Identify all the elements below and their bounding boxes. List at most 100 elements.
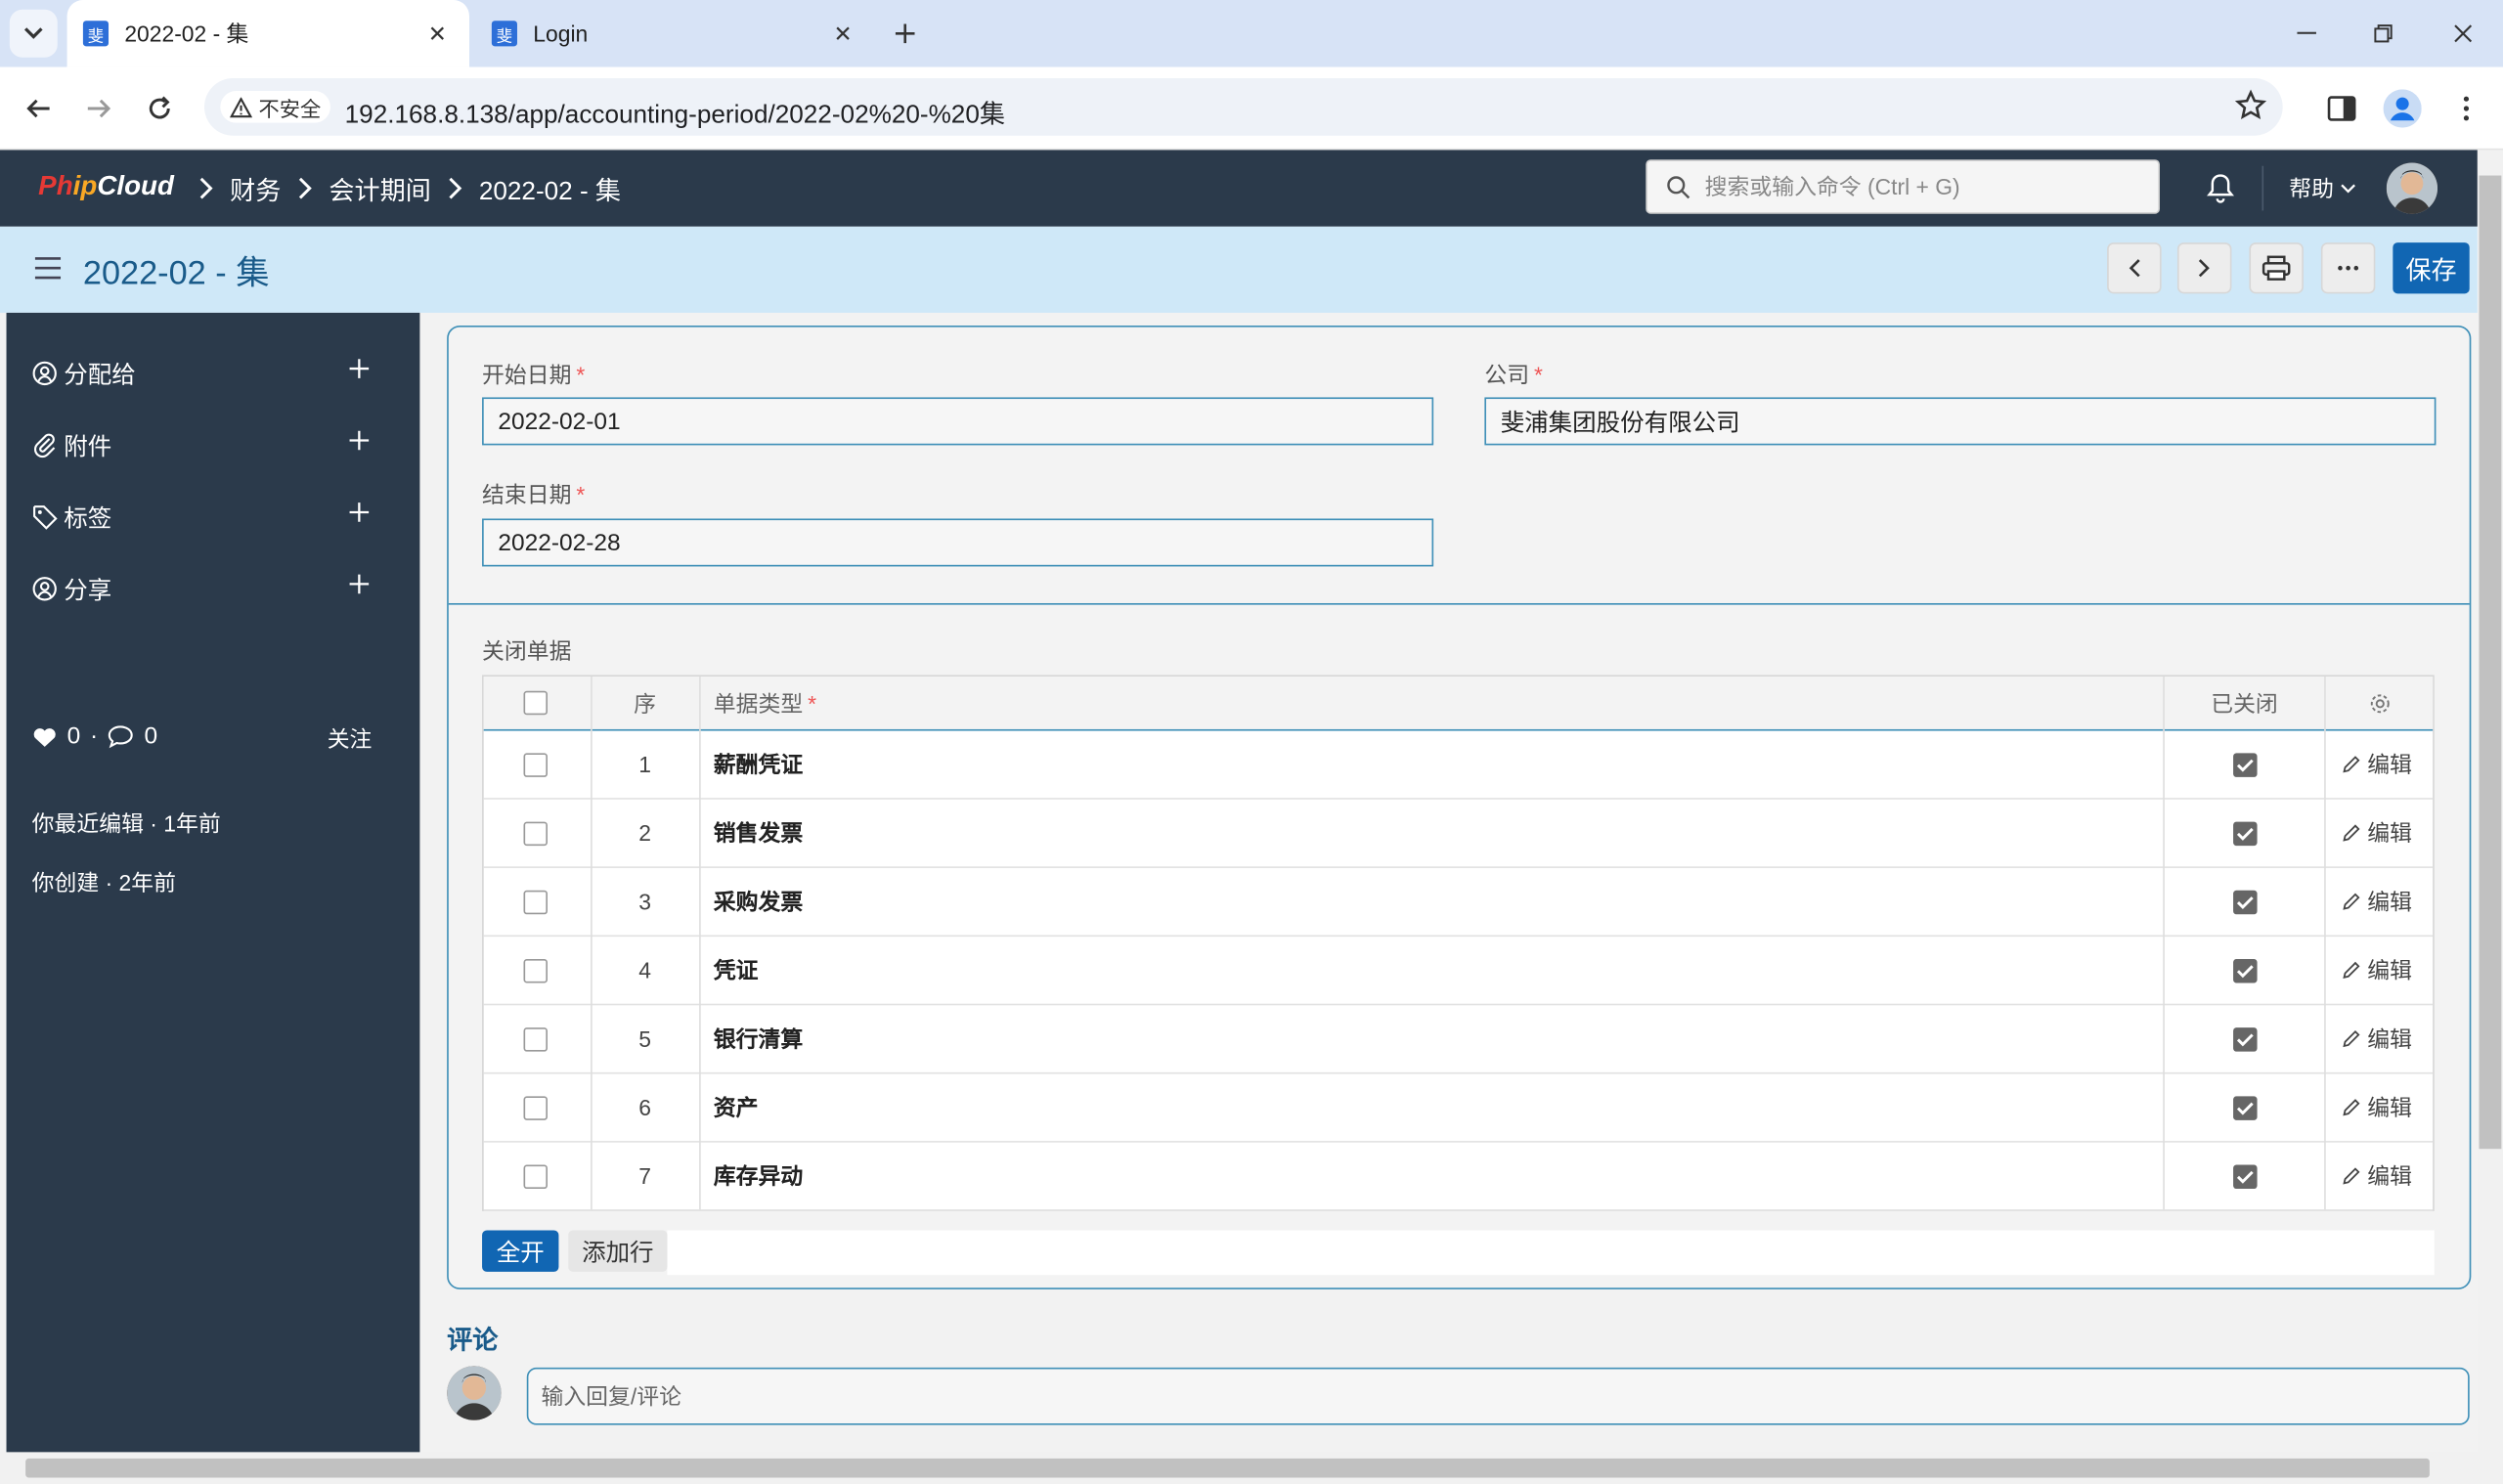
row-checkbox[interactable] <box>523 1143 552 1210</box>
row-edit-button[interactable]: 编辑 <box>2342 1143 2437 1210</box>
row-doc-type[interactable]: 库存异动 <box>714 1143 1352 1210</box>
row-closed-checkbox[interactable] <box>2165 1143 2324 1210</box>
save-button[interactable]: 保存 <box>2393 242 2470 294</box>
table-row[interactable]: 6 资产 编辑 <box>483 1074 2434 1143</box>
sidebar-item-assign[interactable]: 分配给 <box>32 354 371 392</box>
table-row[interactable]: 2 销售发票 编辑 <box>483 800 2434 868</box>
prev-record-button[interactable] <box>2107 242 2162 294</box>
select-all-checkbox[interactable] <box>523 677 552 729</box>
plus-icon[interactable] <box>348 573 371 595</box>
row-edit-button[interactable]: 编辑 <box>2342 800 2437 867</box>
profile-button[interactable] <box>2380 86 2425 131</box>
sidebar-toggle-button[interactable] <box>33 255 62 281</box>
row-doc-type[interactable]: 资产 <box>714 1074 1352 1142</box>
heart-icon[interactable] <box>32 725 58 748</box>
more-actions-button[interactable] <box>2320 242 2376 294</box>
row-doc-type[interactable]: 凭证 <box>714 937 1352 1004</box>
print-button[interactable] <box>2249 242 2304 294</box>
browser-tab-login[interactable]: 斐 Login ✕ <box>476 0 875 67</box>
tab-search-button[interactable] <box>9 9 58 58</box>
sidebar-item-tags[interactable]: 标签 <box>32 498 371 536</box>
table-row[interactable]: 4 凭证 编辑 <box>483 937 2434 1006</box>
url-text[interactable]: 192.168.8.138/app/accounting-period/2022… <box>345 93 1005 131</box>
row-doc-type[interactable]: 薪酬凭证 <box>714 731 1352 799</box>
row-edit-button[interactable]: 编辑 <box>2342 731 2437 799</box>
forward-button[interactable] <box>76 86 121 131</box>
closed-docs-label: 关闭单据 <box>482 637 572 665</box>
row-checkbox[interactable] <box>523 1074 552 1142</box>
row-edit-button[interactable]: 编辑 <box>2342 937 2437 1004</box>
breadcrumb-accounting-period[interactable]: 会计期间 <box>329 169 431 207</box>
row-closed-checkbox[interactable] <box>2165 937 2324 1004</box>
start-date-field[interactable]: 2022-02-01 <box>482 397 1434 446</box>
pencil-icon <box>2343 756 2360 773</box>
help-dropdown[interactable]: 帮助 <box>2289 172 2356 204</box>
column-settings-button[interactable] <box>2326 677 2433 729</box>
notifications-button[interactable] <box>2206 172 2234 204</box>
user-avatar[interactable] <box>2386 162 2438 214</box>
check-icon <box>2236 758 2253 771</box>
plus-icon[interactable] <box>348 429 371 452</box>
row-checkbox[interactable] <box>523 800 552 867</box>
bookmark-button[interactable] <box>2234 89 2267 121</box>
row-closed-checkbox[interactable] <box>2165 1074 2324 1142</box>
add-row-button[interactable]: 添加行 <box>568 1230 668 1272</box>
omnibox[interactable]: 不安全 192.168.8.138/app/accounting-period/… <box>203 77 2283 136</box>
row-checkbox[interactable] <box>523 868 552 936</box>
close-icon[interactable]: ✕ <box>827 18 859 50</box>
sidebar-item-label: 标签 <box>64 504 112 533</box>
table-row[interactable]: 1 薪酬凭证 编辑 <box>483 731 2434 800</box>
vertical-scrollbar-thumb[interactable] <box>2479 175 2502 1150</box>
row-closed-checkbox[interactable] <box>2165 800 2324 867</box>
side-panel-button[interactable] <box>2319 86 2364 131</box>
restore-button[interactable] <box>2362 13 2403 54</box>
page-title: 2022-02 - 集 <box>82 255 270 292</box>
reload-button[interactable] <box>137 86 182 131</box>
browser-tab-active[interactable]: 斐 2022-02 - 集 ✕ <box>66 0 469 67</box>
back-button[interactable] <box>16 86 61 131</box>
table-row[interactable]: 3 采购发票 编辑 <box>483 868 2434 938</box>
new-tab-button[interactable] <box>886 15 924 53</box>
sidebar-item-share[interactable]: 分享 <box>32 570 371 608</box>
open-all-button[interactable]: 全开 <box>482 1230 559 1272</box>
company-field[interactable]: 斐浦集团股份有限公司 <box>1484 397 2437 446</box>
row-edit-button[interactable]: 编辑 <box>2342 868 2437 936</box>
next-record-button[interactable] <box>2176 242 2232 294</box>
row-doc-type[interactable]: 银行清算 <box>714 1005 1352 1072</box>
row-doc-type[interactable]: 销售发票 <box>714 800 1352 867</box>
row-closed-checkbox[interactable] <box>2165 868 2324 936</box>
check-icon <box>2236 1170 2253 1183</box>
window-close-button[interactable] <box>2442 13 2483 54</box>
row-checkbox[interactable] <box>523 937 552 1004</box>
avatar-image <box>2386 162 2438 214</box>
row-doc-type[interactable]: 采购发票 <box>714 868 1352 936</box>
row-closed-checkbox[interactable] <box>2165 1005 2324 1072</box>
row-checkbox[interactable] <box>523 1005 552 1072</box>
search-icon <box>1667 176 1691 199</box>
minimize-button[interactable] <box>2286 13 2327 54</box>
end-date-field[interactable]: 2022-02-28 <box>482 518 1434 567</box>
row-edit-button[interactable]: 编辑 <box>2342 1074 2437 1142</box>
plus-icon[interactable] <box>348 502 371 524</box>
chevron-right-icon <box>2198 259 2210 278</box>
search-input[interactable] <box>1704 160 2152 213</box>
breadcrumb-current[interactable]: 2022-02 - 集 <box>479 169 621 207</box>
follow-link[interactable]: 关注 <box>328 722 373 755</box>
app-logo[interactable]: PhipCloud <box>38 171 174 203</box>
sidebar-item-attachment[interactable]: 附件 <box>32 426 371 464</box>
browser-menu-button[interactable] <box>2444 86 2489 131</box>
breadcrumb-finance[interactable]: 财务 <box>230 169 281 207</box>
comment-input[interactable]: 输入回复/评论 <box>526 1367 2470 1425</box>
row-checkbox[interactable] <box>523 731 552 799</box>
section-divider <box>448 602 2470 605</box>
row-edit-button[interactable]: 编辑 <box>2342 1005 2437 1072</box>
security-warning[interactable]: 不安全 <box>220 91 330 123</box>
row-closed-checkbox[interactable] <box>2165 731 2324 799</box>
side-panel-icon <box>2327 96 2356 121</box>
close-icon[interactable]: ✕ <box>421 18 454 50</box>
browser-window: 斐 2022-02 - 集 ✕ 斐 Login ✕ 不安全 192.168.8.… <box>0 0 2503 1484</box>
horizontal-scrollbar-thumb[interactable] <box>25 1458 2430 1478</box>
table-row[interactable]: 5 银行清算 编辑 <box>483 1005 2434 1074</box>
table-row[interactable]: 7 库存异动 编辑 <box>483 1143 2434 1211</box>
plus-icon[interactable] <box>348 358 371 380</box>
